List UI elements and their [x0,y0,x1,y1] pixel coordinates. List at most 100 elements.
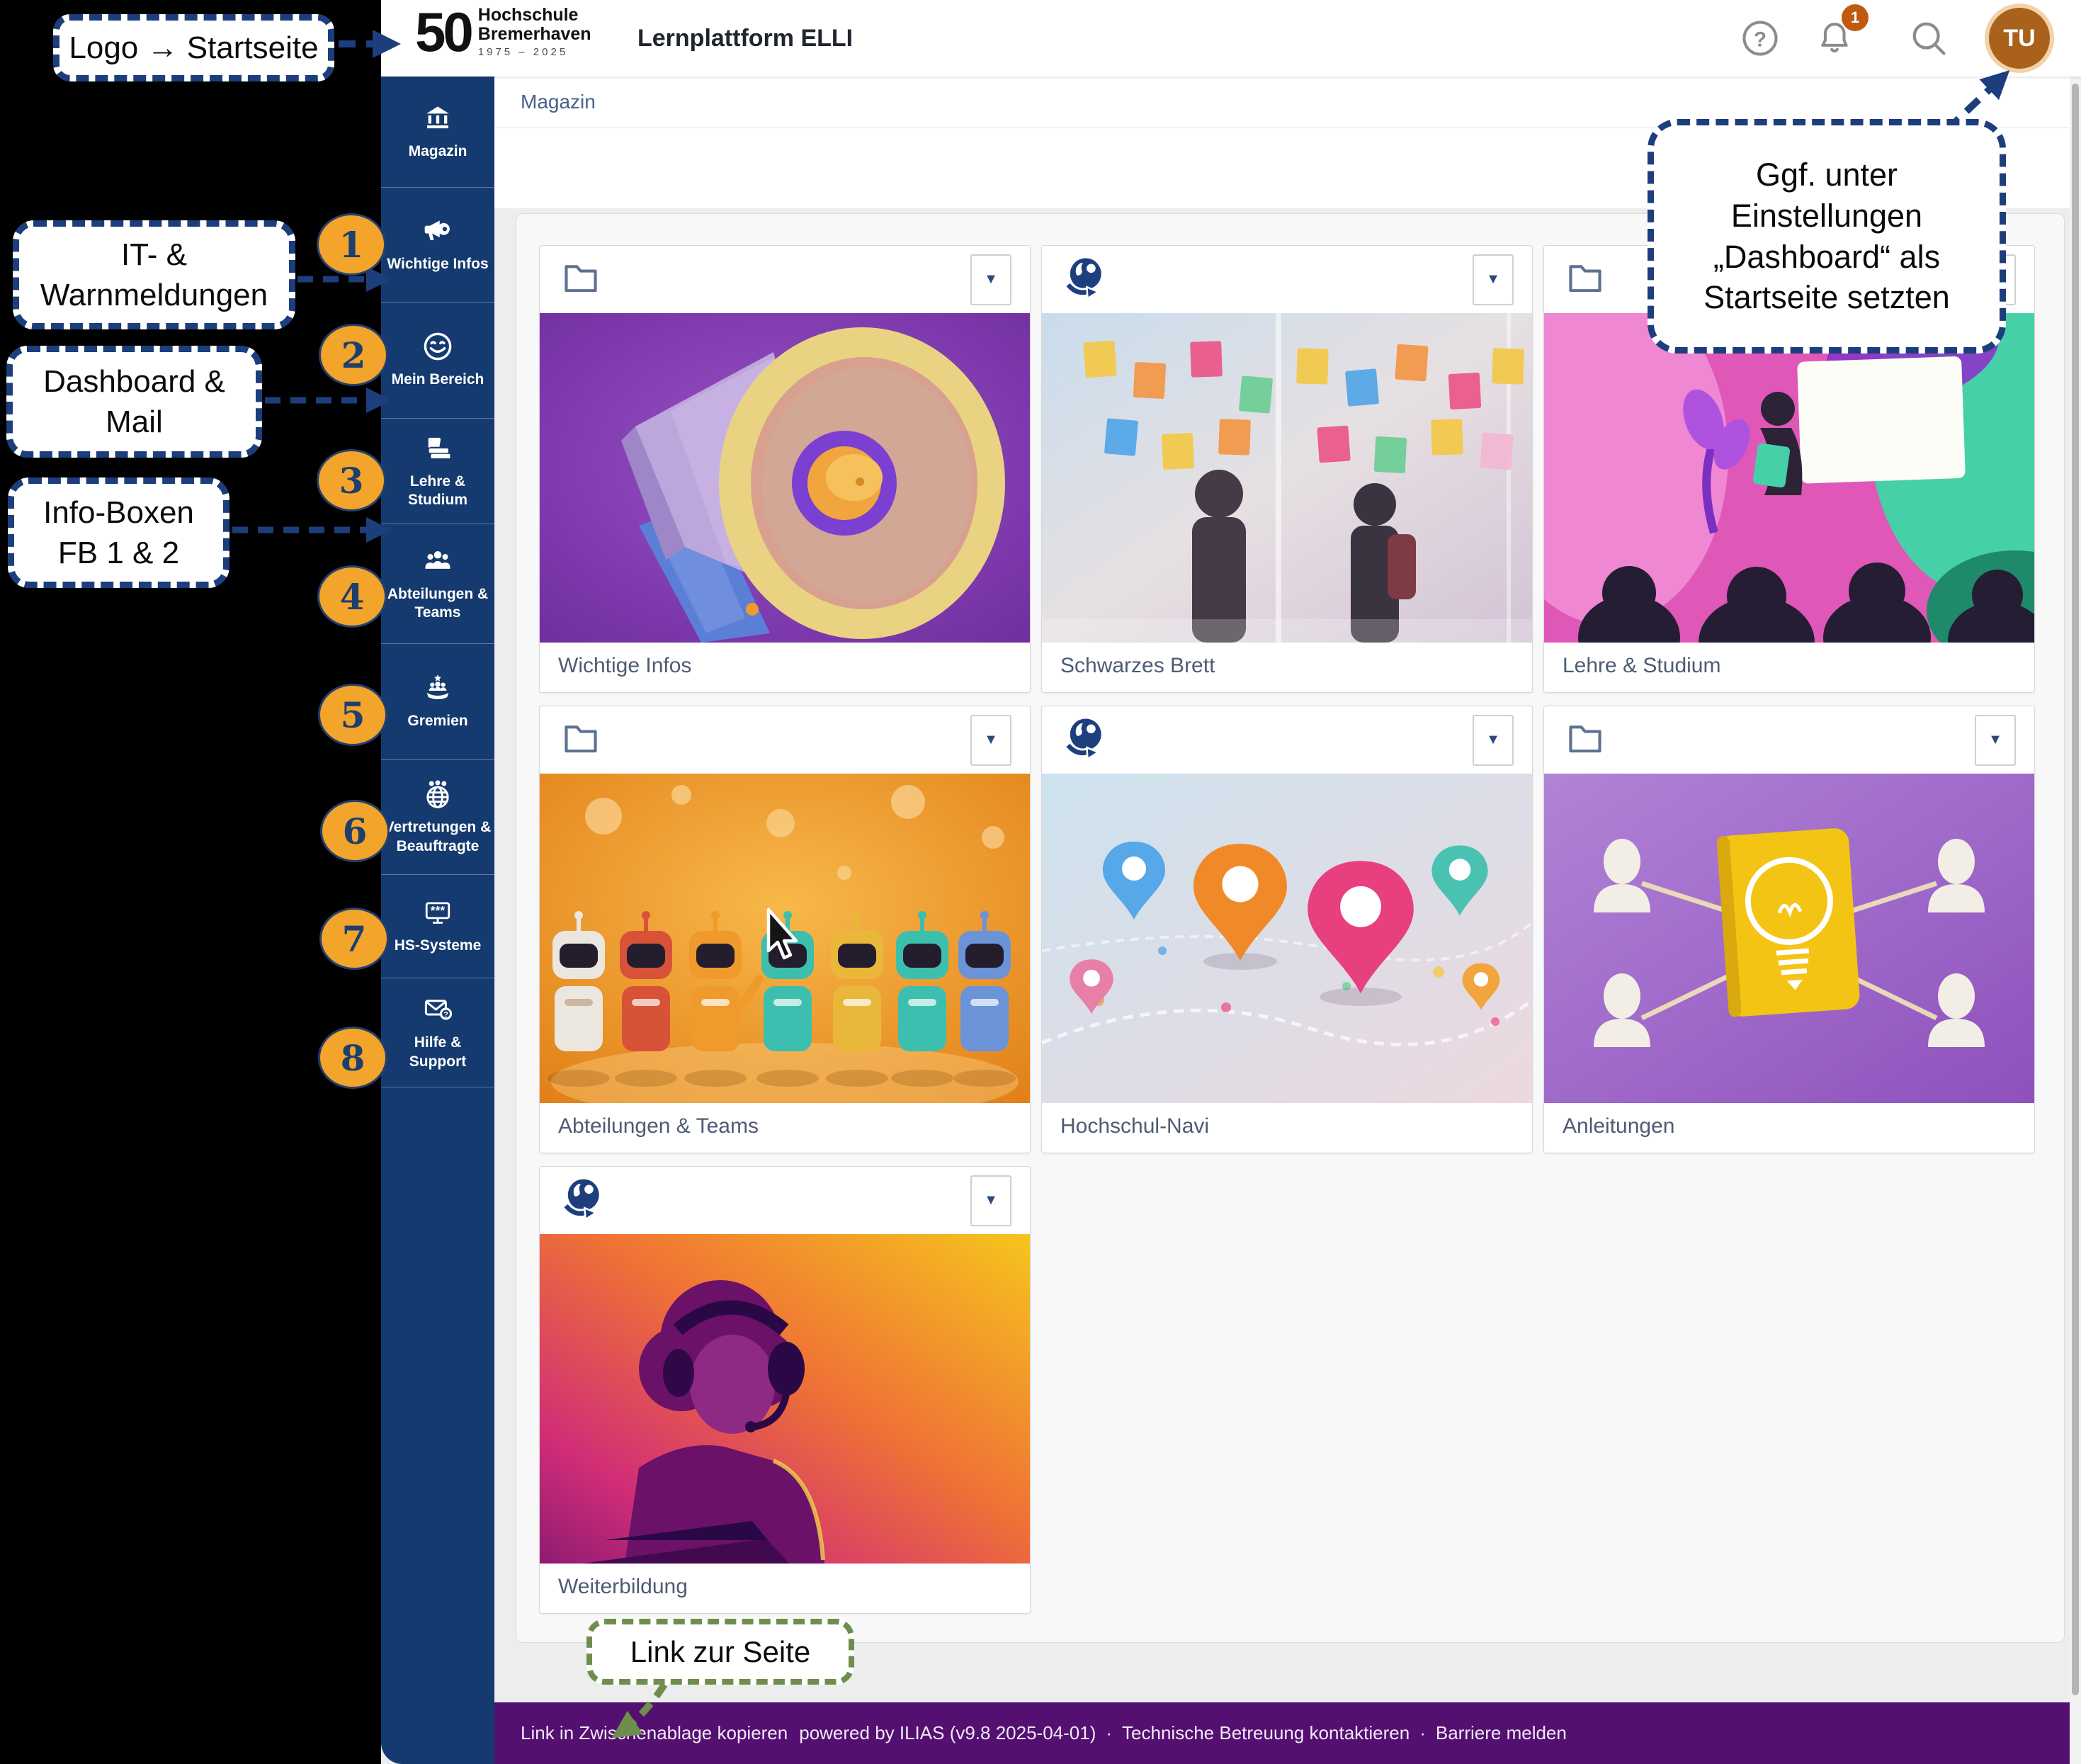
footer-separator: · [1419,1722,1426,1744]
user-avatar[interactable]: TU [1989,8,2050,69]
logo-50-mark: 50 [415,4,471,60]
sidebar-item-hilfe-support[interactable]: ? Hilfe & Support [381,978,494,1087]
annotation-dashboard-mail-callout: Dashboard & Mail [6,346,262,458]
card-anleitungen: ▼ [1543,706,2035,1153]
footer-bar: Link in Zwischenablage kopieren powered … [494,1702,2081,1764]
step-badge-5: 5 [318,684,387,746]
monitor-icon: *** [420,897,455,928]
folder-icon [1563,718,1608,762]
logo-name-line2: Bremerhaven [478,25,591,44]
folder-icon [1563,257,1608,302]
annotation-settings-callout: Ggf. unter Einstellungen „Dashboard“ als… [1648,119,2006,354]
chevron-down-icon: ▼ [984,1192,998,1209]
step-badge-6: 6 [320,800,390,862]
sidebar-item-mein-bereich[interactable]: Mein Bereich [381,303,494,419]
chevron-down-icon: ▼ [1988,732,2002,748]
footer-copy-link[interactable]: Link in Zwischenablage kopieren [521,1722,788,1744]
sidebar-item-abteilungen-teams[interactable]: Abteilungen & Teams [381,524,494,644]
card-title-link[interactable]: Anleitungen [1544,1103,2034,1138]
sidebar-item-label: Wichtige Infos [384,255,492,273]
card-grid: ▼ [539,245,2034,1614]
card-image-presentation[interactable] [1544,313,2034,643]
weblink-icon [1060,715,1107,765]
main-sidebar: Magazin Wichtige Infos Mein Bereich Lehr… [381,77,494,1764]
university-logo[interactable]: 50 Hochschule Bremerhaven 1975 – 2025 [415,4,591,60]
sidebar-item-label: Lehre & Studium [384,473,492,510]
card-image-sticky-notes[interactable] [1042,313,1532,643]
megaphone-icon [420,215,455,247]
people-icon [420,545,455,577]
step-badge-3: 3 [317,449,386,511]
card-image-robots[interactable] [540,774,1030,1103]
help-icon[interactable]: ? [1741,19,1779,57]
card-actions-dropdown[interactable]: ▼ [970,715,1011,766]
page-title: Lernplattform ELLI [637,0,853,77]
folder-icon [558,718,603,762]
card-actions-dropdown[interactable]: ▼ [1473,254,1514,305]
card-schwarzes-brett: ▼ [1041,245,1533,693]
sidebar-item-label: HS-Systeme [384,937,492,955]
committee-icon [420,672,455,703]
chevron-down-icon: ▼ [984,271,998,288]
breadcrumb-magazin-link[interactable]: Magazin [521,91,596,113]
card-actions-dropdown[interactable]: ▼ [1473,715,1514,766]
chevron-down-icon: ▼ [984,732,998,748]
annotation-it-warnmeldungen-callout: IT- & Warnmeldungen [13,220,295,329]
card-image-headphones-person[interactable] [540,1234,1030,1564]
card-title-link[interactable]: Weiterbildung [540,1564,1030,1599]
scrollbar-track [2070,77,2081,1764]
repository-panel: ▼ [516,213,2065,1643]
search-icon[interactable] [1910,19,1948,57]
card-image-map-pins[interactable] [1042,774,1532,1103]
card-title-link[interactable]: Abteilungen & Teams [540,1103,1030,1138]
logo-name-line1: Hochschule [478,6,591,25]
card-title-link[interactable]: Wichtige Infos [540,643,1030,678]
chevron-down-icon: ▼ [1486,271,1500,288]
books-icon [420,433,455,464]
annotation-infoboxen-callout: Info-Boxen FB 1 & 2 [8,477,229,588]
card-actions-dropdown[interactable]: ▼ [970,254,1011,305]
footer-accessibility-link[interactable]: Barriere melden [1436,1722,1567,1744]
card-image-lightbulb-network[interactable] [1544,774,2034,1103]
annotated-screenshot: 50 Hochschule Bremerhaven 1975 – 2025 Le… [0,0,2081,1764]
svg-text:?: ? [1754,28,1767,51]
footer-separator: · [1106,1722,1112,1744]
chevron-down-icon: ▼ [1486,732,1500,748]
sidebar-item-label: Hilfe & Support [384,1034,492,1071]
card-wichtige-infos: ▼ [539,245,1031,693]
smiley-icon [420,331,455,362]
step-badge-2: 2 [319,324,388,386]
card-image-megaphone[interactable] [540,313,1030,643]
weblink-icon [1060,254,1107,305]
annotation-link-zur-seite-callout: Link zur Seite [586,1619,854,1685]
card-hochschul-navi: ▼ [1041,706,1533,1153]
step-badge-7: 7 [319,908,389,970]
card-actions-dropdown[interactable]: ▼ [1975,715,2016,766]
card-title-link[interactable]: Hochschul-Navi [1042,1103,1532,1138]
card-title-link[interactable]: Schwarzes Brett [1042,643,1532,678]
sidebar-item-gremien[interactable]: Gremien [381,644,494,760]
card-weiterbildung: ▼ [539,1166,1031,1614]
card-title-link[interactable]: Lehre & Studium [1544,643,2034,678]
step-badge-8: 8 [318,1027,387,1089]
top-header-bar: 50 Hochschule Bremerhaven 1975 – 2025 Le… [381,0,2081,77]
sidebar-item-wichtige-infos[interactable]: Wichtige Infos [381,188,494,303]
scrollbar-thumb[interactable] [2072,84,2079,1695]
annotation-logo-callout: Logo → Startseite [53,14,334,81]
svg-text:***: *** [431,903,446,917]
sidebar-item-lehre-studium[interactable]: Lehre & Studium [381,419,494,524]
card-actions-dropdown[interactable]: ▼ [970,1175,1011,1226]
sidebar-item-hs-systeme[interactable]: *** HS-Systeme [381,875,494,978]
folder-icon [558,257,603,302]
step-badge-1: 1 [317,213,386,276]
bank-icon [420,103,455,134]
weblink-icon [558,1175,605,1226]
sidebar-item-magazin[interactable]: Magazin [381,77,494,188]
logo-anniversary-years: 1975 – 2025 [478,46,591,58]
sidebar-item-label: Gremien [384,712,492,730]
sidebar-item-vertretungen-beauftragte[interactable]: Vertretungen & Beauftragte [381,760,494,875]
svg-text:?: ? [443,1011,448,1019]
footer-support-link[interactable]: Technische Betreuung kontaktieren [1122,1722,1410,1744]
sidebar-item-label: Abteilungen & Teams [384,585,492,623]
globe-people-icon [420,779,455,810]
